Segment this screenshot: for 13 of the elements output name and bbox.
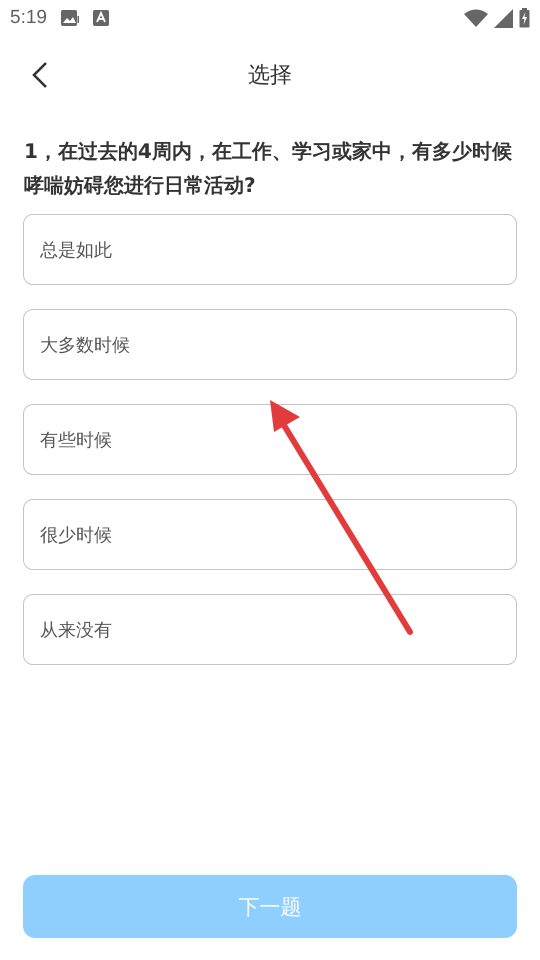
image-notification-icon xyxy=(60,10,79,26)
signal-icon xyxy=(494,8,513,28)
battery-charging-icon xyxy=(519,8,530,28)
status-time: 5:19 xyxy=(10,7,47,29)
answer-option[interactable]: 大多数时候 xyxy=(23,309,517,380)
answer-option[interactable]: 很少时候 xyxy=(23,499,517,570)
text-notification-icon xyxy=(92,10,109,26)
answer-option[interactable]: 从来没有 xyxy=(23,594,517,665)
page-title: 选择 xyxy=(248,62,292,90)
wifi-icon xyxy=(464,9,488,27)
answer-option[interactable]: 有些时候 xyxy=(23,404,517,475)
answer-option[interactable]: 总是如此 xyxy=(23,214,517,285)
question-text: 1，在过去的4周内，在工作、学习或家中，有多少时候哮喘妨碍您进行日常活动? xyxy=(24,138,513,199)
